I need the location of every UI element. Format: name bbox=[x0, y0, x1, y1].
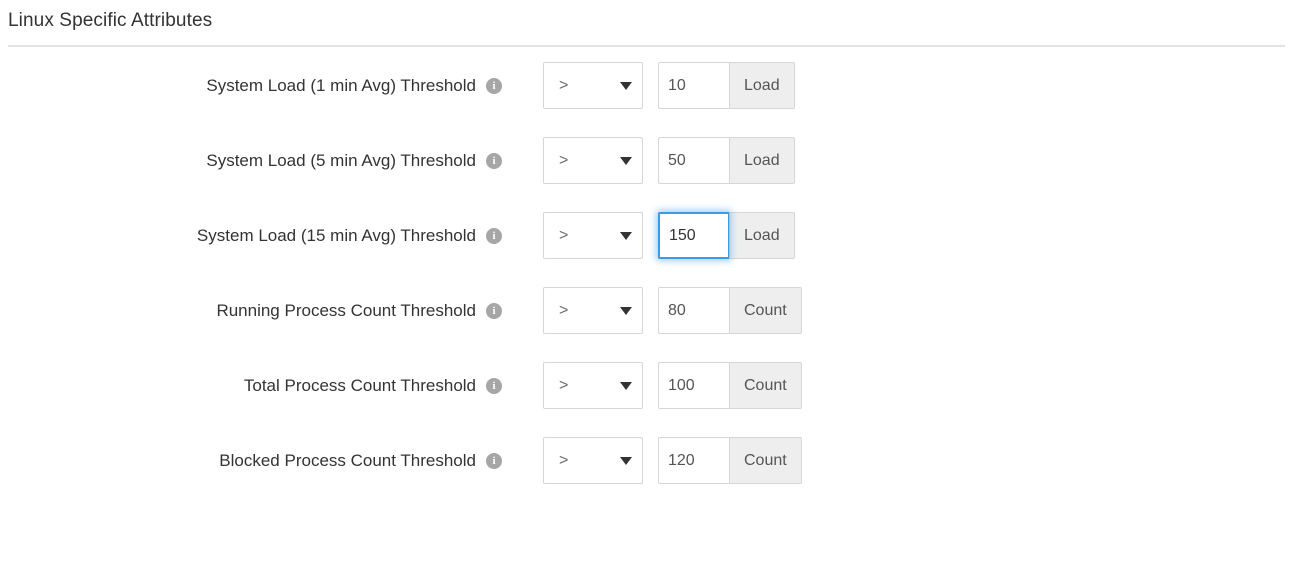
operator-value: > bbox=[559, 451, 569, 469]
operator-value: > bbox=[559, 301, 569, 319]
info-icon[interactable]: i bbox=[486, 228, 502, 244]
threshold-input[interactable] bbox=[658, 137, 729, 184]
threshold-row: Running Process Count Threshold i > Count bbox=[0, 287, 1295, 362]
unit-addon: Count bbox=[729, 287, 802, 334]
operator-value: > bbox=[559, 76, 569, 94]
threshold-label-cell: System Load (1 min Avg) Threshold i bbox=[0, 74, 502, 98]
operator-value: > bbox=[559, 226, 569, 244]
threshold-input-group: Load bbox=[658, 212, 795, 259]
field-label: Blocked Process Count Threshold bbox=[219, 451, 476, 470]
threshold-input-group: Count bbox=[658, 287, 802, 334]
linux-attributes-page: Linux Specific Attributes System Load (1… bbox=[0, 0, 1295, 564]
threshold-label-cell: Total Process Count Threshold i bbox=[0, 374, 502, 398]
header-divider bbox=[8, 45, 1285, 47]
threshold-row: Total Process Count Threshold i > Count bbox=[0, 362, 1295, 437]
chevron-down-icon bbox=[620, 156, 632, 165]
field-label: System Load (5 min Avg) Threshold bbox=[206, 151, 476, 170]
unit-addon: Count bbox=[729, 362, 802, 409]
operator-select[interactable]: > bbox=[543, 62, 643, 109]
threshold-input[interactable] bbox=[658, 62, 729, 109]
operator-select[interactable]: > bbox=[543, 137, 643, 184]
threshold-label-cell: System Load (15 min Avg) Threshold i bbox=[0, 224, 502, 248]
threshold-input[interactable] bbox=[658, 212, 729, 259]
info-icon[interactable]: i bbox=[486, 303, 502, 319]
threshold-input-group: Load bbox=[658, 62, 795, 109]
threshold-row: System Load (15 min Avg) Threshold i > Load bbox=[0, 212, 1295, 287]
threshold-input[interactable] bbox=[658, 362, 729, 409]
chevron-down-icon bbox=[620, 456, 632, 465]
operator-select[interactable]: > bbox=[543, 212, 643, 259]
operator-select[interactable]: > bbox=[543, 287, 643, 334]
info-icon[interactable]: i bbox=[486, 78, 502, 94]
threshold-form: System Load (1 min Avg) Thresholdi>LoadS… bbox=[0, 62, 1295, 512]
chevron-down-icon bbox=[620, 81, 632, 90]
threshold-row: Blocked Process Count Threshold i > Count bbox=[0, 437, 1295, 512]
chevron-down-icon bbox=[620, 306, 632, 315]
threshold-row: System Load (1 min Avg) Threshold i > Load bbox=[0, 62, 1295, 137]
field-label: Running Process Count Threshold bbox=[216, 301, 476, 320]
field-label: Total Process Count Threshold bbox=[243, 376, 476, 395]
threshold-input-group: Count bbox=[658, 437, 802, 484]
field-label: System Load (15 min Avg) Threshold bbox=[196, 226, 476, 245]
info-icon[interactable]: i bbox=[486, 378, 502, 394]
chevron-down-icon bbox=[620, 381, 632, 390]
threshold-input-group: Count bbox=[658, 362, 802, 409]
operator-value: > bbox=[559, 376, 569, 394]
threshold-input[interactable] bbox=[658, 437, 729, 484]
chevron-down-icon bbox=[620, 231, 632, 240]
info-icon[interactable]: i bbox=[486, 153, 502, 169]
unit-addon: Count bbox=[729, 437, 802, 484]
page-title: Linux Specific Attributes bbox=[8, 10, 213, 31]
operator-select[interactable]: > bbox=[543, 362, 643, 409]
threshold-label-cell: Blocked Process Count Threshold i bbox=[0, 449, 502, 473]
threshold-input[interactable] bbox=[658, 287, 729, 334]
section-header: Linux Specific Attributes bbox=[8, 8, 1285, 47]
unit-addon: Load bbox=[729, 62, 795, 109]
info-icon[interactable]: i bbox=[486, 453, 502, 469]
operator-value: > bbox=[559, 151, 569, 169]
operator-select[interactable]: > bbox=[543, 437, 643, 484]
threshold-row: System Load (5 min Avg) Threshold i > Load bbox=[0, 137, 1295, 212]
threshold-input-group: Load bbox=[658, 137, 795, 184]
unit-addon: Load bbox=[729, 212, 795, 259]
field-label: System Load (1 min Avg) Threshold bbox=[206, 76, 476, 95]
threshold-label-cell: System Load (5 min Avg) Threshold i bbox=[0, 149, 502, 173]
threshold-label-cell: Running Process Count Threshold i bbox=[0, 299, 502, 323]
unit-addon: Load bbox=[729, 137, 795, 184]
